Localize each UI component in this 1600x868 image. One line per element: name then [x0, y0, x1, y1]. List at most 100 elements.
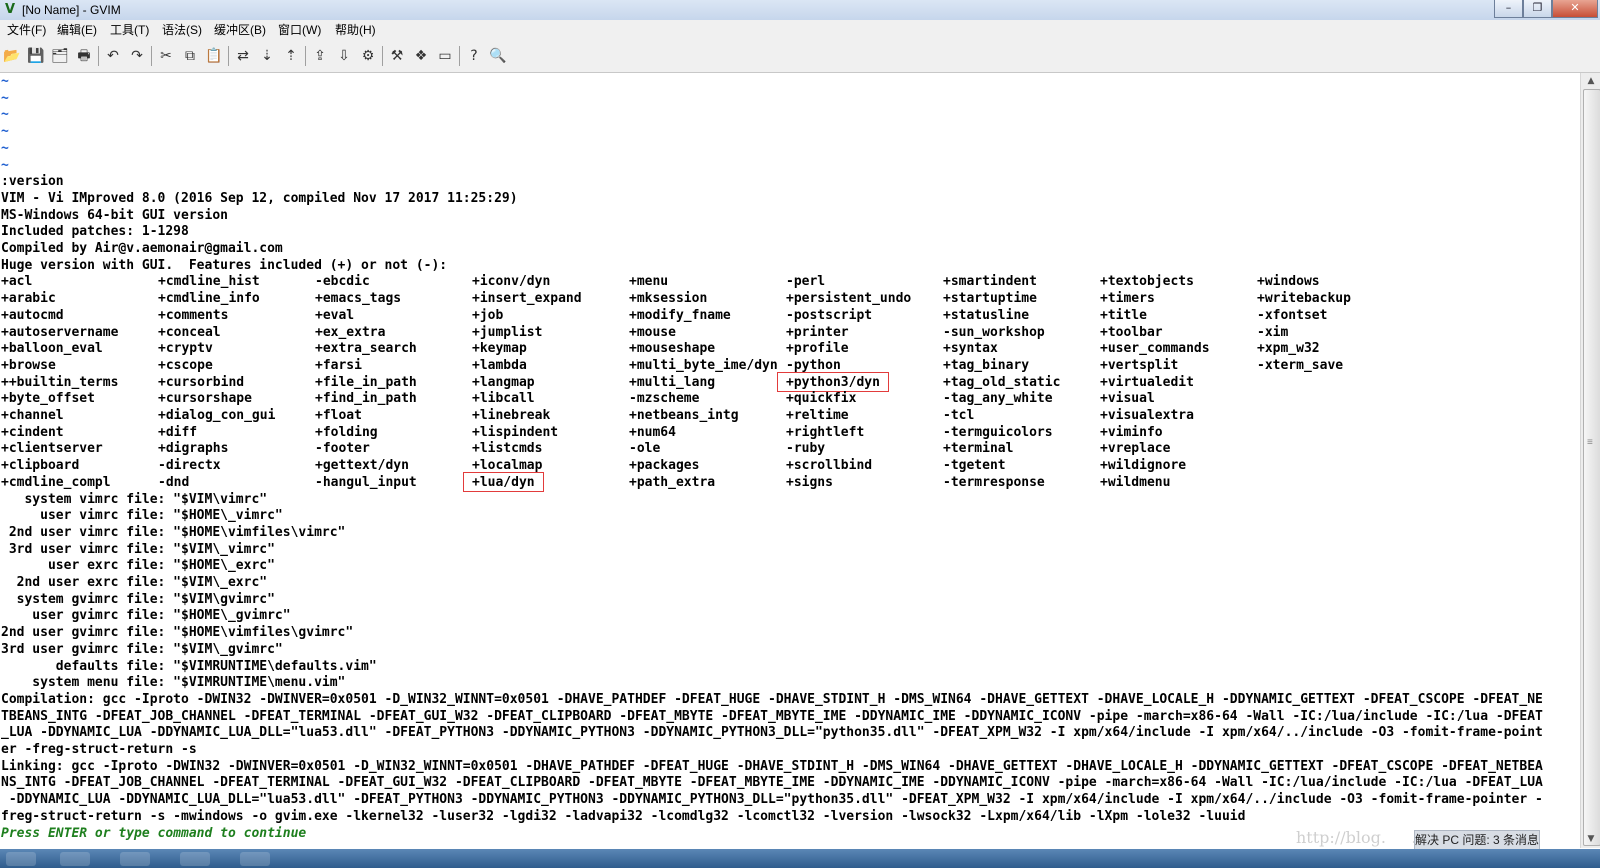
feature-flag: +balloon_eval: [1, 341, 103, 357]
window-controls: – ❐ ✕: [1494, 0, 1598, 18]
copy-icon[interactable]: ⧉: [179, 45, 201, 67]
version-info-line: VIM - Vi IMproved 8.0 (2016 Sep 12, comp…: [1, 190, 518, 206]
taskbar-app-icon[interactable]: [120, 852, 150, 866]
feature-flag: +wildignore: [1100, 458, 1187, 474]
save-all-icon[interactable]: 🗂: [49, 45, 71, 67]
feature-flag: -xim: [1257, 324, 1289, 340]
feature-flag: +cmdline_compl: [1, 474, 111, 490]
gvim-logo-icon: V: [4, 2, 16, 17]
editor-text-area[interactable]: ~ ~ ~ ~ ~ ~:version VIM - Vi IMproved 8.0 (201…: [0, 73, 1580, 848]
version-info-line: Huge version with GUI. Features included…: [1, 257, 448, 273]
feature-flag: +clipboard: [1, 458, 80, 474]
feature-flag: +windows: [1257, 274, 1320, 290]
feature-flag: +printer: [786, 324, 849, 340]
feature-flag: -tgetent: [943, 458, 1006, 474]
feature-flag: +path_extra: [629, 474, 716, 490]
find-help-icon[interactable]: 🔍: [487, 45, 509, 67]
title-bar[interactable]: V [No Name] - GVIM – ❐ ✕: [0, 0, 1600, 21]
version-info-line: :version: [1, 174, 64, 190]
feature-flag: +xpm_w32: [1257, 341, 1320, 357]
vertical-scrollbar[interactable]: ▲ ≡ ▼: [1580, 73, 1600, 848]
toolbar-separator: [151, 46, 152, 66]
feature-flag: -xfontset: [1257, 307, 1328, 323]
replace-icon[interactable]: ⇄: [232, 45, 254, 67]
config-info-line: user vimrc file: "$HOME\_vimrc": [1, 508, 283, 524]
config-info-line: user exrc file: "$HOME\_exrc": [1, 558, 275, 574]
empty-line-tilde: ~: [1, 157, 9, 173]
tags-icon[interactable]: ▭: [434, 45, 456, 67]
feature-flag: +packages: [629, 458, 700, 474]
menu-bar: 文件(F) 编辑(E) 工具(T) 语法(S) 缓冲区(B) 窗口(W) 帮助(H): [0, 20, 1600, 40]
feature-flag: +toolbar: [1100, 324, 1163, 340]
feature-flag: +eval: [315, 307, 355, 323]
minimize-button[interactable]: –: [1494, 0, 1523, 18]
feature-flag: +user_commands: [1100, 341, 1210, 357]
find-prev-icon[interactable]: ⇡: [280, 45, 302, 67]
feature-flag: +farsi: [315, 357, 362, 373]
run-script-icon[interactable]: ⚙: [357, 45, 379, 67]
shell-icon[interactable]: ❖: [410, 45, 432, 67]
feature-flag: -tcl: [943, 408, 975, 423]
scroll-down-arrow-icon[interactable]: ▼: [1584, 832, 1598, 846]
feature-flag: +virtualedit: [1100, 374, 1194, 390]
feature-flag: +lispindent: [472, 424, 559, 440]
save-icon[interactable]: 💾: [25, 45, 47, 67]
scrollbar-grip-icon: ≡: [1587, 437, 1593, 448]
maximize-button[interactable]: ❐: [1523, 0, 1552, 18]
undo-icon[interactable]: ↶: [102, 45, 124, 67]
feature-flag: -postscript: [786, 307, 873, 323]
feature-flag: +mouse: [629, 324, 676, 340]
start-button[interactable]: [6, 852, 36, 866]
config-info-line: system menu file: "$VIMRUNTIME\menu.vim": [1, 675, 346, 691]
menu-item[interactable]: 语法(S): [162, 23, 202, 37]
config-info-line: _LUA -DDYNAMIC_LUA -DDYNAMIC_LUA_DLL="lu…: [1, 725, 1543, 741]
help-icon[interactable]: ?: [463, 45, 485, 67]
feature-flag: +textobjects: [1100, 274, 1194, 290]
feature-flag: +ex_extra: [315, 324, 386, 340]
empty-line-tilde: ~: [1, 140, 9, 156]
feature-flag: +smartindent: [943, 274, 1037, 290]
redo-icon[interactable]: ↷: [126, 45, 148, 67]
cut-icon[interactable]: ✂: [155, 45, 177, 67]
toolbar-separator: [305, 46, 306, 66]
feature-flag: -directx: [158, 458, 221, 474]
make-icon[interactable]: ⚒: [386, 45, 408, 67]
feature-flag: -xterm_save: [1257, 357, 1344, 373]
feature-flag: -ebcdic: [315, 274, 370, 290]
feature-flag: +lambda: [472, 357, 527, 373]
menu-item[interactable]: 帮助(H): [335, 23, 376, 37]
print-icon[interactable]: 🖶: [73, 45, 95, 67]
feature-flag: +autoservername: [1, 324, 119, 340]
feature-flag: +jumplist: [472, 324, 543, 340]
open-icon[interactable]: 📂: [1, 45, 23, 67]
taskbar-app-icon[interactable]: [180, 852, 210, 866]
feature-flag: +scrollbind: [786, 458, 873, 474]
feature-flag: +visualextra: [1100, 408, 1194, 423]
taskbar-app-icon[interactable]: [240, 852, 270, 866]
notification-popup[interactable]: 解决 PC 问题: 3 条消息: [1414, 830, 1540, 850]
menu-item[interactable]: 窗口(W): [278, 23, 321, 37]
version-info-line: MS-Windows 64-bit GUI version: [1, 207, 228, 223]
config-info-line: Compilation: gcc -Iproto -DWIN32 -DWINVE…: [1, 691, 1543, 707]
save-session-icon[interactable]: ⇩: [333, 45, 355, 67]
taskbar-app-icon[interactable]: [60, 852, 90, 866]
scroll-up-arrow-icon[interactable]: ▲: [1584, 74, 1598, 88]
menu-item[interactable]: 编辑(E): [57, 23, 97, 37]
menu-item[interactable]: 文件(F): [7, 23, 46, 37]
feature-flag: +tag_old_static: [943, 374, 1061, 390]
find-next-icon[interactable]: ⇣: [256, 45, 278, 67]
load-session-icon[interactable]: ⇪: [309, 45, 331, 67]
feature-flag: +terminal: [943, 441, 1014, 457]
feature-flag: +title: [1100, 307, 1147, 323]
menu-item[interactable]: 工具(T): [110, 23, 149, 37]
feature-flag: +mksession: [629, 291, 708, 307]
scrollbar-thumb[interactable]: [1583, 89, 1600, 846]
menu-item[interactable]: 缓冲区(B): [214, 23, 266, 37]
feature-flag: +mouseshape: [629, 341, 716, 357]
close-button[interactable]: ✕: [1552, 0, 1598, 18]
feature-flag: -ole: [629, 441, 661, 457]
feature-flag: +job: [472, 307, 504, 323]
paste-icon[interactable]: 📋: [203, 45, 225, 67]
feature-flag: -tag_any_white: [943, 391, 1053, 407]
feature-flag: +writebackup: [1257, 291, 1351, 307]
